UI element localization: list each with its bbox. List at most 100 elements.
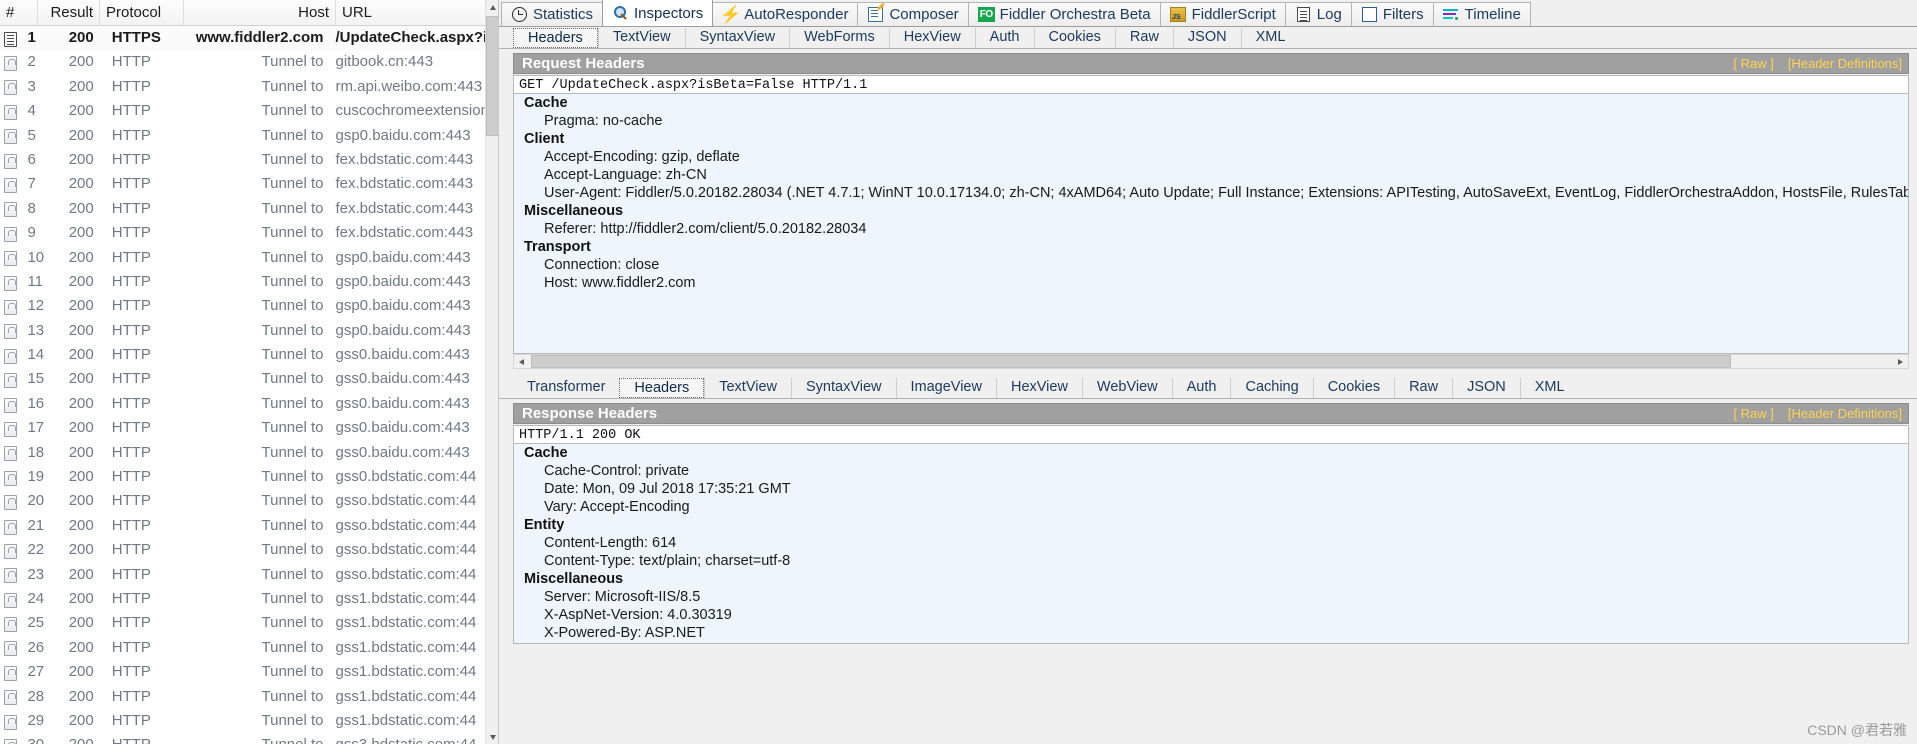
request-header-item[interactable]: Accept-Language: zh-CN	[514, 166, 1908, 184]
panel-splitter[interactable]	[513, 371, 1909, 375]
table-row[interactable]: 13 200 HTTP Tunnel to gsp0.baidu.com:443	[0, 319, 485, 343]
table-row[interactable]: 20 200 HTTP Tunnel to gsso.bdstatic.com:44	[0, 489, 485, 513]
request-tab-webforms[interactable]: WebForms	[789, 28, 889, 48]
request-tab-textview[interactable]: TextView	[597, 28, 685, 48]
table-row[interactable]: 8 200 HTTP Tunnel to fex.bdstatic.com:443	[0, 197, 485, 221]
response-header-item[interactable]: Content-Type: text/plain; charset=utf-8	[514, 552, 1908, 570]
table-row[interactable]: 24 200 HTTP Tunnel to gss1.bdstatic.com:44	[0, 587, 485, 611]
tab-log[interactable]: Log	[1284, 2, 1352, 26]
table-row[interactable]: 7 200 HTTP Tunnel to fex.bdstatic.com:443	[0, 172, 485, 196]
request-tab-syntaxview[interactable]: SyntaxView	[684, 28, 790, 48]
table-row[interactable]: 11 200 HTTP Tunnel to gsp0.baidu.com:443	[0, 270, 485, 294]
table-row[interactable]: 18 200 HTTP Tunnel to gss0.baidu.com:443	[0, 441, 485, 465]
scroll-down-button[interactable]	[486, 730, 498, 744]
session-rows[interactable]: 1 200 HTTPS www.fiddler2.com/UpdateCheck.as…	[0, 26, 485, 744]
table-row[interactable]: 29 200 HTTP Tunnel to gss1.bdstatic.com:44	[0, 709, 485, 733]
response-header-item[interactable]: X-AspNet-Version: 4.0.30319	[514, 606, 1908, 624]
table-row[interactable]: 14 200 HTTP Tunnel to gss0.baidu.com:443	[0, 343, 485, 367]
request-tab-json[interactable]: JSON	[1172, 28, 1241, 48]
tab-filters[interactable]: Filters	[1350, 2, 1434, 26]
table-row[interactable]: 21 200 HTTP Tunnel to gsso.bdstatic.com:44	[0, 514, 485, 538]
response-header-definitions-link[interactable]: [Header Definitions]	[1788, 406, 1902, 421]
response-header-item[interactable]: Server: Microsoft-IIS/8.5	[514, 588, 1908, 606]
table-row[interactable]: 4 200 HTTP Tunnel to cuscochromeextension	[0, 99, 485, 123]
column-header-num[interactable]: #	[0, 0, 38, 26]
tab-timeline[interactable]: Timeline	[1432, 2, 1531, 26]
response-raw-link[interactable]: [ Raw ]	[1733, 406, 1773, 421]
table-row[interactable]: 1 200 HTTPS www.fiddler2.com/UpdateCheck.as…	[0, 26, 485, 51]
request-horizontal-scrollbar[interactable]	[513, 354, 1909, 369]
table-row[interactable]: 26 200 HTTP Tunnel to gss1.bdstatic.com:44	[0, 636, 485, 660]
request-header-item[interactable]: Pragma: no-cache	[514, 112, 1908, 130]
response-tab-headers[interactable]: Headers	[619, 378, 705, 398]
table-row[interactable]: 5 200 HTTP Tunnel to gsp0.baidu.com:443	[0, 124, 485, 148]
request-header-item[interactable]: Accept-Encoding: gzip, deflate	[514, 148, 1908, 166]
response-tab-syntaxview[interactable]: SyntaxView	[791, 378, 896, 398]
response-tab-textview[interactable]: TextView	[704, 378, 791, 398]
request-headers-body[interactable]: Cache Pragma: no-cache Client Accept-Encodi…	[513, 94, 1909, 354]
response-tab-hexview[interactable]: HexView	[995, 378, 1082, 398]
request-tab-cookies[interactable]: Cookies	[1033, 28, 1115, 48]
request-tab-xml[interactable]: XML	[1240, 28, 1300, 48]
session-list-panel[interactable]: # Result Protocol Host URL 1 200 HTTPS www.…	[0, 0, 499, 744]
tab-fiddler-orchestra-beta[interactable]: FO Fiddler Orchestra Beta	[967, 2, 1161, 26]
main-tab-strip[interactable]: Statistics Inspectors ⚡ AutoResponder Compos…	[499, 0, 1917, 27]
request-tab-strip[interactable]: Headers TextView SyntaxView WebForms HexView…	[499, 27, 1917, 49]
response-tab-imageview[interactable]: ImageView	[895, 378, 996, 398]
response-tab-strip[interactable]: Transformer Headers TextView SyntaxView Imag…	[499, 377, 1917, 399]
response-tab-json[interactable]: JSON	[1452, 378, 1520, 398]
response-tab-caching[interactable]: Caching	[1230, 378, 1313, 398]
table-row[interactable]: 12 200 HTTP Tunnel to gsp0.baidu.com:443	[0, 294, 485, 318]
response-tab-raw[interactable]: Raw	[1394, 378, 1453, 398]
response-header-item[interactable]: X-Powered-By: ASP.NET	[514, 624, 1908, 642]
response-tab-auth[interactable]: Auth	[1171, 378, 1231, 398]
column-header-url[interactable]: URL	[336, 0, 496, 26]
response-header-item[interactable]: Content-Length: 614	[514, 534, 1908, 552]
response-tab-xml[interactable]: XML	[1519, 378, 1579, 398]
hscrollbar-thumb[interactable]	[531, 355, 1731, 368]
table-row[interactable]: 6 200 HTTP Tunnel to fex.bdstatic.com:443	[0, 148, 485, 172]
tab-autoresponder[interactable]: ⚡ AutoResponder	[712, 2, 859, 26]
table-row[interactable]: 25 200 HTTP Tunnel to gss1.bdstatic.com:44	[0, 611, 485, 635]
tab-inspectors[interactable]: Inspectors	[602, 0, 714, 26]
request-tab-hexview[interactable]: HexView	[888, 28, 975, 48]
table-row[interactable]: 17 200 HTTP Tunnel to gss0.baidu.com:443	[0, 416, 485, 440]
scrollbar-thumb[interactable]	[486, 16, 498, 136]
request-raw-link[interactable]: [ Raw ]	[1733, 56, 1773, 71]
table-row[interactable]: 3 200 HTTP Tunnel to rm.api.weibo.com:443	[0, 75, 485, 99]
table-row[interactable]: 16 200 HTTP Tunnel to gss0.baidu.com:443	[0, 392, 485, 416]
response-status-line[interactable]: HTTP/1.1 200 OK	[513, 425, 1909, 444]
response-tab-cookies[interactable]: Cookies	[1312, 378, 1395, 398]
response-headers-body[interactable]: Cache Cache-Control: private Date: Mon, 09…	[513, 444, 1909, 644]
response-header-item[interactable]: Vary: Accept-Encoding	[514, 498, 1908, 516]
request-line[interactable]: GET /UpdateCheck.aspx?isBeta=False HTTP/…	[513, 75, 1909, 94]
request-header-item[interactable]: User-Agent: Fiddler/5.0.20182.28034 (.NE…	[514, 184, 1908, 202]
table-row[interactable]: 9 200 HTTP Tunnel to fex.bdstatic.com:443	[0, 221, 485, 245]
table-row[interactable]: 28 200 HTTP Tunnel to gss1.bdstatic.com:44	[0, 685, 485, 709]
table-row[interactable]: 27 200 HTTP Tunnel to gss1.bdstatic.com:44	[0, 660, 485, 684]
response-header-item[interactable]: Date: Mon, 09 Jul 2018 17:35:21 GMT	[514, 480, 1908, 498]
response-tab-transformer[interactable]: Transformer	[513, 378, 620, 398]
request-tab-auth[interactable]: Auth	[974, 28, 1034, 48]
tab-composer[interactable]: Composer	[857, 2, 969, 26]
tab-statistics[interactable]: Statistics	[501, 2, 604, 26]
request-header-item[interactable]: Connection: close	[514, 256, 1908, 274]
scroll-up-button[interactable]	[486, 0, 498, 14]
response-tab-webview[interactable]: WebView	[1081, 378, 1172, 398]
table-row[interactable]: 15 200 HTTP Tunnel to gss0.baidu.com:443	[0, 367, 485, 391]
request-header-definitions-link[interactable]: [Header Definitions]	[1788, 56, 1902, 71]
request-tab-headers[interactable]: Headers	[513, 28, 598, 48]
scroll-right-button[interactable]	[1893, 355, 1908, 368]
column-header-protocol[interactable]: Protocol	[100, 0, 184, 26]
table-row[interactable]: 2 200 HTTP Tunnel to gitbook.cn:443	[0, 50, 485, 74]
table-row[interactable]: 19 200 HTTP Tunnel to gss0.bdstatic.com:44	[0, 465, 485, 489]
request-header-item[interactable]: Host: www.fiddler2.com	[514, 274, 1908, 292]
scroll-left-button[interactable]	[514, 355, 529, 368]
column-header-result[interactable]: Result	[38, 0, 100, 26]
response-header-item[interactable]: Cache-Control: private	[514, 462, 1908, 480]
tab-fiddlerscript[interactable]: FiddlerScript	[1159, 2, 1286, 26]
table-row[interactable]: 22 200 HTTP Tunnel to gsso.bdstatic.com:44	[0, 538, 485, 562]
table-row[interactable]: 10 200 HTTP Tunnel to gsp0.baidu.com:443	[0, 246, 485, 270]
table-row[interactable]: 30200HTTPTunnel togss3.bdstatic.com:44	[0, 733, 485, 744]
request-tab-raw[interactable]: Raw	[1114, 28, 1173, 48]
